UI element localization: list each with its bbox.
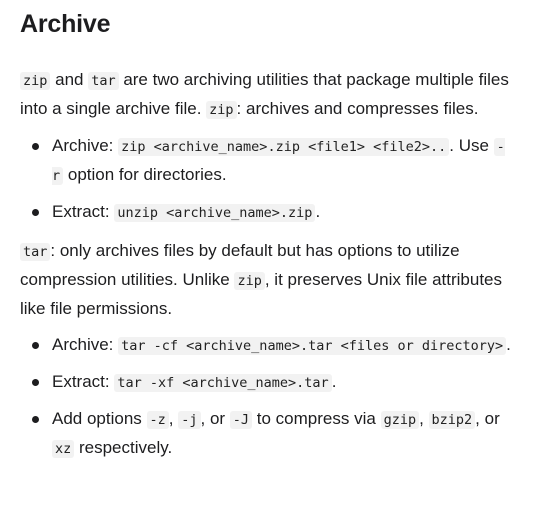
- text: .: [506, 335, 511, 354]
- list-item: Archive: tar -cf <archive_name>.tar <fil…: [32, 331, 513, 360]
- inline-code: tar: [88, 72, 119, 90]
- text: , or: [200, 409, 230, 428]
- text: to compress via: [252, 409, 381, 428]
- text: , or: [475, 409, 500, 428]
- inline-code: gzip: [380, 411, 420, 429]
- text: ,: [168, 409, 179, 428]
- text: . Use: [449, 136, 494, 155]
- page-title: Archive: [20, 10, 111, 38]
- text: respectively.: [74, 438, 173, 457]
- document-page: Archive zip and tar are two archiving ut…: [0, 0, 533, 463]
- inline-code: zip <archive_name>.zip <file1> <file2>..: [118, 138, 450, 156]
- inline-code: tar: [20, 243, 51, 261]
- text: Archive:: [52, 335, 119, 354]
- inline-code: unzip <archive_name>.zip: [114, 204, 316, 222]
- inline-code: tar -cf <archive_name>.tar <files or dir…: [118, 337, 507, 355]
- text: Add options: [52, 409, 147, 428]
- tar-paragraph: tar: only archives files by default but …: [20, 237, 513, 323]
- text: Extract:: [52, 202, 115, 221]
- inline-code: xz: [52, 440, 75, 458]
- text: and: [50, 70, 89, 89]
- inline-code: bzip2: [428, 411, 476, 429]
- text: Archive:: [52, 136, 119, 155]
- list-item: Archive: zip <archive_name>.zip <file1> …: [32, 132, 513, 190]
- text: ,: [419, 409, 429, 428]
- intro-paragraph: zip and tar are two archiving utilities …: [20, 66, 513, 124]
- list-item: Extract: unzip <archive_name>.zip.: [32, 198, 513, 227]
- inline-code: zip: [206, 101, 237, 119]
- inline-code: -J: [229, 411, 253, 429]
- text: option for directories.: [63, 165, 227, 184]
- list-item: Add options -z, -j, or -J to compress vi…: [32, 405, 513, 463]
- zip-list: Archive: zip <archive_name>.zip <file1> …: [20, 132, 513, 227]
- text: : archives and compresses files.: [236, 99, 479, 118]
- inline-code: tar -xf <archive_name>.tar: [114, 374, 332, 392]
- text: Extract:: [52, 372, 115, 391]
- tar-list: Archive: tar -cf <archive_name>.tar <fil…: [20, 331, 513, 463]
- inline-code: zip: [234, 272, 265, 290]
- text: .: [315, 202, 321, 221]
- text: .: [331, 372, 337, 391]
- inline-code: zip: [20, 72, 51, 90]
- inline-code: -z: [146, 411, 169, 429]
- list-item: Extract: tar -xf <archive_name>.tar.: [32, 368, 513, 397]
- inline-code: -j: [178, 411, 201, 429]
